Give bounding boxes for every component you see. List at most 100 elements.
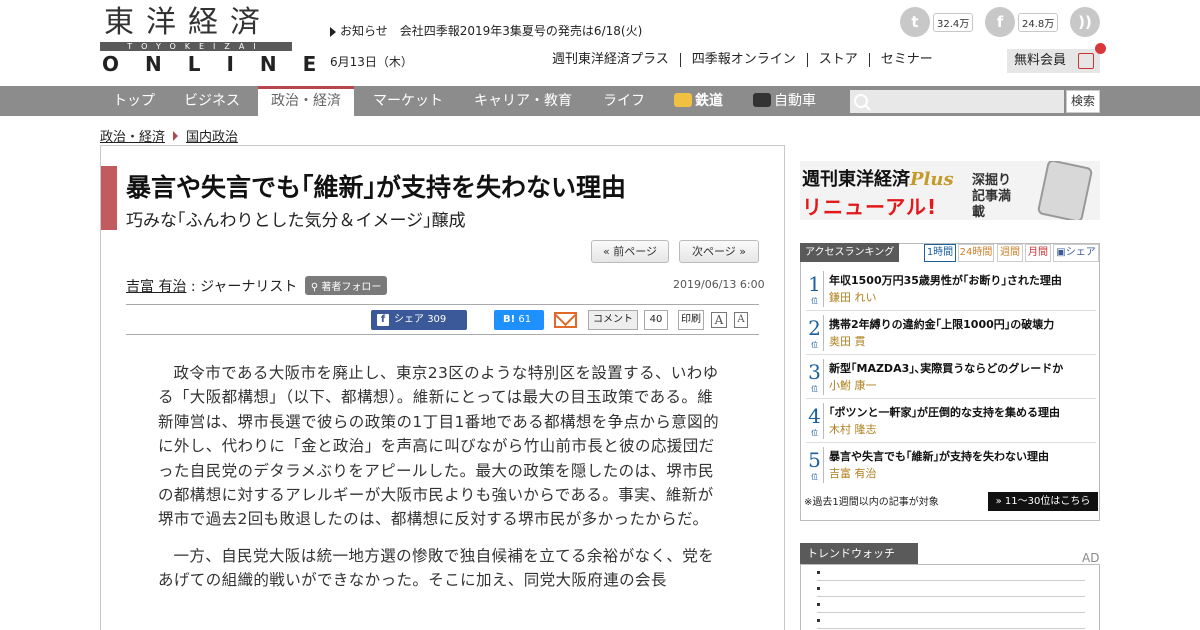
train-icon: [674, 93, 692, 107]
promo-line2: リニューアル!: [802, 195, 938, 219]
facebook-share-button[interactable]: f シェア 309: [371, 310, 467, 330]
ranking-item[interactable]: 4位 ｢ポツンと一軒家｣が圧倒的な支持を集める理由 木村 隆志: [806, 401, 1096, 443]
rss-icon: )): [1070, 7, 1100, 37]
byline: 吉富 有治 : ジャーナリスト ⚲ 著者フォロー: [126, 276, 388, 296]
member-label: 無料会員: [1014, 53, 1067, 68]
article-body: 政令市である大阪市を廃止し、東京23区のような特別区を設置する、いわゆる「大阪都…: [158, 361, 728, 605]
rank-digit: 5: [808, 448, 821, 472]
twitter-follow[interactable]: t 32.4万: [900, 7, 974, 37]
mail-icon[interactable]: [554, 312, 577, 328]
breadcrumb-domestic[interactable]: 国内政治: [186, 126, 238, 145]
rank-author[interactable]: 小鮒 康一: [829, 377, 877, 393]
promo-line1: 週刊東洋経済Plus: [802, 165, 954, 191]
facebook-icon: ▣: [1056, 247, 1066, 258]
fb-share-count: 309: [427, 314, 447, 325]
ranking-item[interactable]: 2位 携帯2年縛りの違約金｢上限1000円｣の破壊力 奥田 貫: [806, 313, 1096, 355]
rank-suffix: 位: [811, 297, 818, 305]
ranking-header: アクセスランキング: [800, 243, 900, 262]
trend-item[interactable]: [817, 567, 1085, 581]
tab-share[interactable]: ▣シェア: [1053, 244, 1099, 262]
nav-top[interactable]: トップ: [100, 86, 168, 116]
breadcrumb-politics[interactable]: 政治・経済: [100, 126, 165, 145]
logo-online: ONLINE: [102, 52, 343, 76]
trend-item[interactable]: [817, 599, 1085, 613]
share-toolbar: f シェア 309 B! 61 コメント 40 印刷 A A: [126, 310, 759, 332]
rank-author[interactable]: 鎌田 れい: [829, 289, 877, 305]
rank-number: 3位: [806, 359, 824, 395]
rank-title: ｢ポツンと一軒家｣が圧倒的な支持を集める理由: [829, 406, 1060, 419]
font-size-large-button[interactable]: A: [711, 312, 727, 328]
publish-date: 2019/06/13 6:00: [673, 278, 765, 291]
rank-number: 2位: [806, 315, 824, 351]
search-input[interactable]: [850, 90, 1064, 113]
tab-month[interactable]: 月間: [1025, 244, 1051, 262]
fb-share-label: シェア: [394, 314, 424, 325]
print-button[interactable]: 印刷: [678, 310, 704, 330]
ranking-note: ※過去1週間以内の記事が対象: [804, 497, 939, 508]
article-title: 暴言や失言でも｢維新｣が支持を失わない理由: [126, 173, 627, 202]
nav-railway-label: 鉄道: [695, 93, 723, 109]
free-member-button[interactable]: 無料会員: [1007, 43, 1106, 73]
nav-market[interactable]: マーケット: [360, 86, 456, 116]
tab-1hour[interactable]: 1時間: [924, 244, 956, 262]
nav-auto-label: 自動車: [774, 93, 816, 109]
rank-suffix: 位: [811, 429, 818, 437]
comment-button[interactable]: コメント: [588, 310, 638, 330]
nav-automobile[interactable]: 自動車: [740, 86, 829, 116]
ad-label: AD: [1082, 551, 1100, 565]
font-size-small-button[interactable]: A: [734, 312, 748, 328]
promo-banner[interactable]: 週刊東洋経済Plus リニューアル! 深掘り記事満載: [800, 161, 1100, 220]
ranking-more-button[interactable]: » 11～30位はこちら: [988, 492, 1098, 511]
paragraph: 一方、自民党大阪は統一地方選の惨敗で独自候補を立てる余裕がなく、党をあげての組織…: [158, 546, 715, 590]
twitter-count: 32.4万: [933, 12, 974, 32]
site-logo[interactable]: 東洋経済 TOYOKEIZAI ONLINE: [100, 5, 316, 76]
paragraph: 政令市である大阪市を廃止し、東京23区のような特別区を設置する、いわゆる「大阪都…: [158, 364, 719, 529]
hatena-icon: B!: [503, 314, 516, 325]
trend-item[interactable]: [817, 615, 1085, 629]
author-follow-button[interactable]: ⚲ 著者フォロー: [304, 276, 388, 295]
logo-jp: 東洋経済: [104, 5, 272, 40]
ranking-item[interactable]: 1位 年収1500万円35歳男性が｢お断り｣された理由 鎌田 れい: [806, 269, 1096, 311]
rank-author[interactable]: 吉富 有治: [829, 465, 877, 481]
nav-life[interactable]: ライフ: [590, 86, 658, 116]
sublink-weekly-plus[interactable]: 週刊東洋経済プラス: [552, 53, 680, 67]
notice-link[interactable]: お知らせ 会社四季報2019年3集夏号の発売は6/18(火): [330, 22, 642, 39]
nav-business[interactable]: ビジネス: [171, 86, 253, 116]
tab-24hour[interactable]: 24時間: [958, 244, 994, 262]
ranking-item[interactable]: 5位 暴言や失言でも｢維新｣が支持を失わない理由 吉富 有治: [806, 445, 1096, 487]
tab-week[interactable]: 週間: [997, 244, 1023, 262]
divider: [126, 304, 759, 305]
title-accent-bar: [101, 166, 117, 230]
smartphone-icon: [1036, 161, 1094, 220]
promo-line3: 深掘り記事満載: [972, 173, 1012, 220]
sublink-shikiho[interactable]: 四季報オンライン: [679, 53, 807, 67]
facebook-follow[interactable]: f 24.8万: [985, 7, 1059, 37]
rank-title: 新型｢MAZDA3｣､実際買うならどのグレードか: [829, 362, 1064, 375]
promo-plus: Plus: [910, 169, 954, 190]
twitter-icon: t: [900, 7, 930, 37]
rank-title: 年収1500万円35歳男性が｢お断り｣された理由: [829, 274, 1062, 287]
nav-railway[interactable]: 鉄道: [661, 86, 736, 116]
search-button[interactable]: 検索: [1066, 90, 1100, 113]
rank-author[interactable]: 奥田 貫: [829, 333, 866, 349]
hatena-bookmark-button[interactable]: B! 61: [494, 310, 544, 330]
nav-career[interactable]: キャリア・教育: [461, 86, 585, 116]
facebook-icon: f: [377, 314, 389, 326]
sublink-store[interactable]: ストア: [806, 53, 869, 67]
nav-politics-economy[interactable]: 政治・経済: [258, 86, 354, 116]
rank-author[interactable]: 木村 隆志: [829, 421, 877, 437]
rss-link[interactable]: )): [1070, 7, 1100, 37]
author-role: : ジャーナリスト: [186, 279, 298, 295]
sublink-seminar[interactable]: セミナー: [868, 53, 944, 67]
author-name[interactable]: 吉富 有治: [126, 279, 186, 295]
trend-item[interactable]: [817, 583, 1085, 597]
rank-title: 暴言や失言でも｢維新｣が支持を失わない理由: [829, 450, 1049, 463]
follow-label: 著者フォロー: [321, 282, 382, 293]
prev-page-button[interactable]: « 前ページ: [591, 240, 669, 263]
tab-share-label: シェア: [1065, 247, 1096, 258]
facebook-count: 24.8万: [1018, 12, 1059, 32]
next-page-button[interactable]: 次ページ »: [679, 240, 759, 263]
ranking-item[interactable]: 3位 新型｢MAZDA3｣､実際買うならどのグレードか 小鮒 康一: [806, 357, 1096, 399]
divider: [126, 334, 759, 335]
comment-count: 40: [644, 310, 668, 330]
